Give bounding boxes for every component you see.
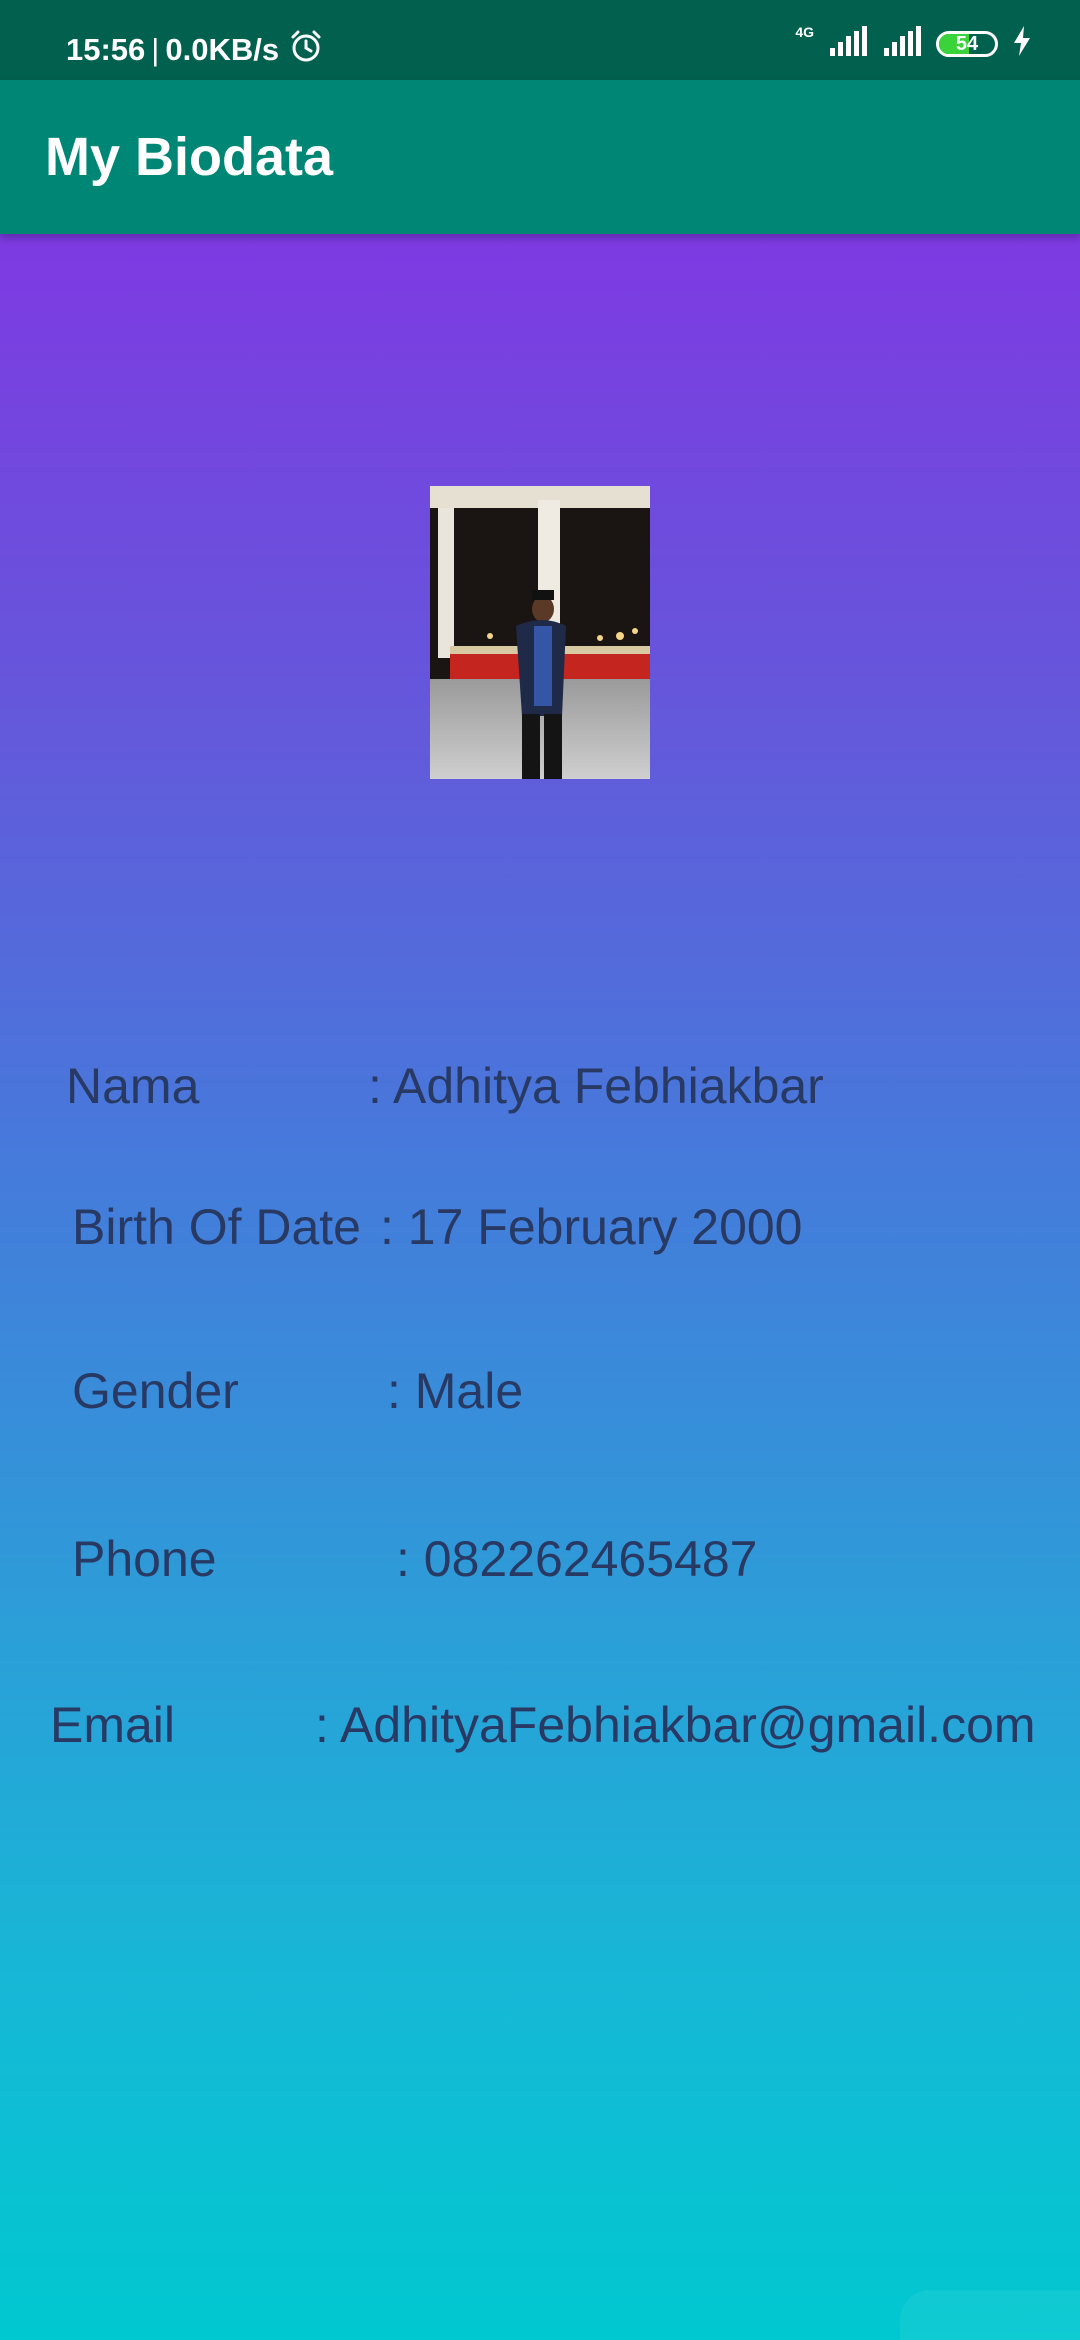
email-label: Email	[50, 1697, 176, 1753]
home-indicator	[900, 2290, 1080, 2340]
row-email: Email	[50, 1696, 175, 1754]
nama-value: : Adhitya Febhiakbar	[368, 1058, 824, 1114]
signal-icon	[882, 26, 922, 61]
network-type: 4G	[795, 23, 814, 40]
screen: 15:56 | 0.0KB/s 4G 54 My Biodata Nama: …	[0, 0, 1080, 2340]
row-gender-value: : Male	[387, 1362, 523, 1420]
charging-icon	[1012, 26, 1032, 61]
gender-label: Gender	[72, 1363, 239, 1419]
birth-value: : 17 February 2000	[380, 1199, 803, 1255]
battery-level: 54	[955, 32, 979, 55]
email-value: : AdhityaFebhiakbar@gmail.com	[315, 1697, 1036, 1753]
nama-label: Nama	[66, 1058, 200, 1114]
row-birth-value: : 17 February 2000	[380, 1198, 803, 1256]
app-bar: My Biodata	[0, 80, 1080, 234]
status-right: 4G 54	[795, 23, 1032, 61]
row-email-value: : AdhityaFebhiakbar@gmail.com	[315, 1696, 1036, 1754]
phone-label: Phone	[72, 1531, 217, 1587]
profile-photo	[430, 486, 650, 779]
status-time: 15:56	[66, 32, 146, 67]
battery-icon: 54	[936, 30, 998, 57]
row-phone-value: : 082262465487	[396, 1530, 757, 1588]
phone-value: : 082262465487	[396, 1531, 758, 1587]
status-bar: 15:56 | 0.0KB/s 4G 54	[0, 0, 1080, 80]
gender-value: : Male	[387, 1363, 524, 1419]
signal-icon	[828, 26, 868, 61]
row-gender: Gender	[72, 1362, 239, 1420]
row-phone: Phone	[72, 1530, 217, 1588]
birth-label: Birth Of Date	[72, 1199, 361, 1255]
status-separator: |	[151, 32, 160, 67]
app-title: My Biodata	[45, 127, 334, 187]
row-nama: Nama	[66, 1057, 199, 1115]
status-speed: 0.0KB/s	[165, 32, 280, 67]
row-birth: Birth Of Date	[72, 1198, 361, 1256]
row-nama-value: : Adhitya Febhiakbar	[368, 1057, 824, 1115]
alarm-icon	[289, 29, 323, 71]
